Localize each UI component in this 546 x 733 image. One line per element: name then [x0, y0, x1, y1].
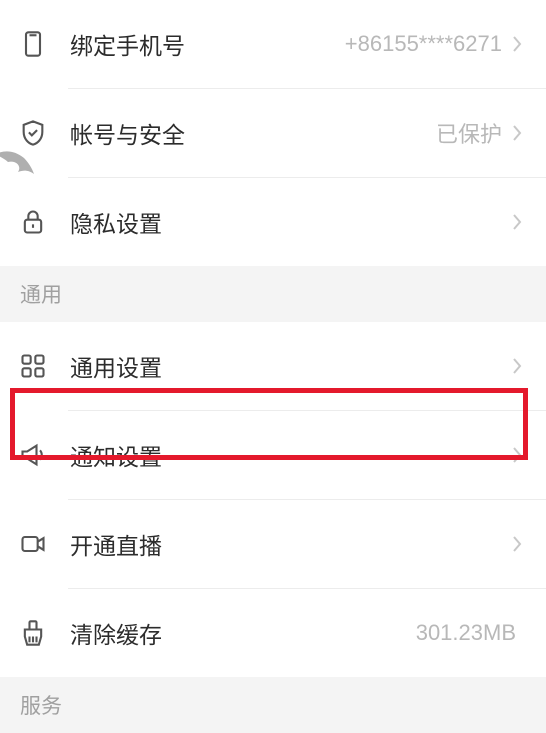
watermark-swallow-icon — [0, 144, 34, 184]
chevron-right-icon — [510, 443, 524, 467]
chevron-right-icon — [510, 532, 524, 556]
row-notification-settings[interactable]: 通知设置 — [0, 411, 546, 499]
row-label: 清除缓存 — [70, 616, 416, 650]
row-label: 开通直播 — [70, 527, 510, 561]
video-camera-icon — [18, 529, 48, 559]
section-header-general: 通用 — [0, 266, 546, 322]
chevron-right-icon — [510, 354, 524, 378]
row-enable-live[interactable]: 开通直播 — [0, 500, 546, 588]
chevron-right-icon — [510, 210, 524, 234]
row-label: 通用设置 — [70, 349, 510, 383]
section-header-service: 服务 — [0, 677, 546, 733]
row-label: 绑定手机号 — [70, 27, 345, 61]
chevron-right-icon — [510, 121, 524, 145]
row-account-security[interactable]: 帐号与安全 已保护 — [0, 89, 546, 177]
row-clear-cache[interactable]: 清除缓存 301.23MB — [0, 589, 546, 677]
section-title: 通用 — [20, 279, 62, 309]
row-value: +86155****6271 — [345, 31, 502, 57]
section-title: 服务 — [20, 690, 62, 720]
row-value: 已保护 — [436, 117, 502, 149]
row-general-settings[interactable]: 通用设置 — [0, 322, 546, 410]
row-label: 帐号与安全 — [70, 116, 436, 150]
megaphone-icon — [18, 440, 48, 470]
chevron-right-icon — [510, 32, 524, 56]
phone-icon — [18, 29, 48, 59]
row-label: 隐私设置 — [70, 205, 510, 239]
grid-icon — [18, 351, 48, 381]
row-label: 通知设置 — [70, 438, 510, 472]
row-privacy-settings[interactable]: 隐私设置 — [0, 178, 546, 266]
row-value: 301.23MB — [416, 620, 516, 646]
row-bind-phone[interactable]: 绑定手机号 +86155****6271 — [0, 0, 546, 88]
brush-icon — [18, 618, 48, 648]
lock-icon — [18, 207, 48, 237]
